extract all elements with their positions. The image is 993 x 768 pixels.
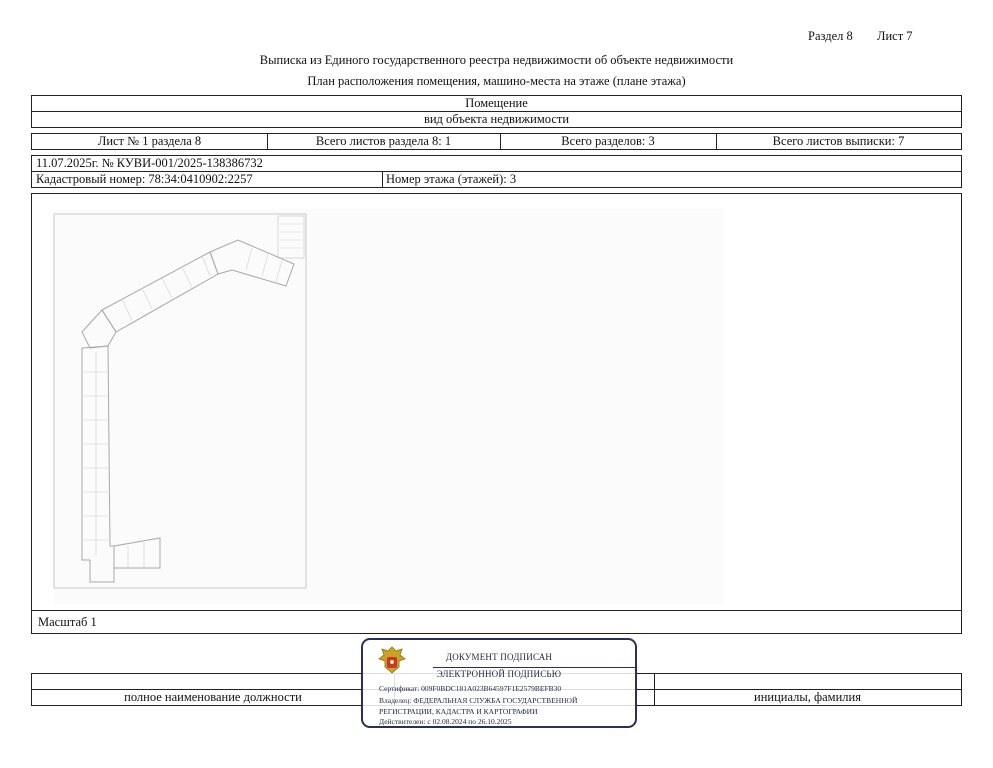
- position-caption: полное наименование должности: [124, 690, 302, 704]
- stamp-owner-2: РЕГИСТРАЦИИ, КАДАСТРА И КАРТОГРАФИИ: [379, 707, 538, 716]
- stamp-divider: [433, 667, 635, 668]
- object-type-value: Помещение: [465, 96, 528, 110]
- section-label: Раздел 8: [808, 29, 853, 43]
- doc-number-row: 11.07.2025г. № КУВИ-001/2025-138386732: [31, 155, 962, 172]
- floor-number: Номер этажа (этажей): 3: [386, 172, 517, 186]
- initials-caption: инициалы, фамилия: [754, 690, 861, 704]
- stamp-validity: Действителен: с 02.08.2024 по 26.10.2025: [379, 717, 512, 726]
- stamp-certificate: Сертификат: 009F0BDC181A023B64597F1E2579…: [379, 684, 562, 693]
- object-type-caption: вид объекта недвижимости: [423, 112, 570, 126]
- object-type-row: Помещение: [31, 95, 962, 112]
- sheets-row: Лист № 1 раздела 8 Всего листов раздела …: [31, 133, 962, 150]
- stamp-title-2: ЭЛЕКТРОННОЙ ПОДПИСЬЮ: [436, 669, 562, 679]
- divider: [654, 674, 655, 689]
- sections-total: Всего разделов: 3: [561, 134, 655, 148]
- cadastral-number: Кадастровый номер: 78:34:0410902:2257: [36, 172, 253, 186]
- floor-plan-frame: [31, 193, 962, 611]
- stamp-title-1: ДОКУМЕНТ ПОДПИСАН: [445, 652, 553, 662]
- sheet-number: Лист № 1 раздела 8: [97, 134, 202, 148]
- cadastral-row: Кадастровый номер: 78:34:0410902:2257 Но…: [31, 171, 962, 188]
- object-type-caption-row: вид объекта недвижимости: [31, 111, 962, 128]
- scale-row: Масштаб 1: [31, 610, 962, 634]
- sheets-total: Всего листов выписки: 7: [772, 134, 905, 148]
- scale-label: Масштаб 1: [38, 614, 97, 629]
- page-subtitle: План расположения помещения, машино-мест…: [307, 74, 686, 88]
- stamp-owner-1: Владелец: ФЕДЕРАЛЬНАЯ СЛУЖБА ГОСУДАРСТВЕ…: [379, 696, 578, 705]
- sheet-label: Лист 7: [877, 29, 913, 43]
- sheets-in-section: Всего листов раздела 8: 1: [315, 134, 452, 148]
- electronic-signature-stamp: ДОКУМЕНТ ПОДПИСАН ЭЛЕКТРОННОЙ ПОДПИСЬЮ С…: [361, 638, 637, 728]
- page-title: Выписка из Единого государственного реес…: [259, 53, 734, 67]
- doc-number: 11.07.2025г. № КУВИ-001/2025-138386732: [36, 156, 263, 170]
- floor-plan-drawing: [53, 213, 307, 589]
